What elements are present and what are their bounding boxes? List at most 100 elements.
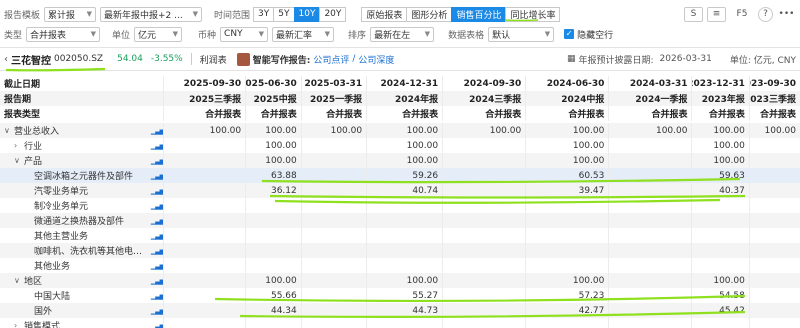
- hide-empty-checkbox[interactable]: ✓: [564, 29, 575, 39]
- header-cell: 合并报表: [300, 106, 366, 121]
- bar-chart-icon[interactable]: ▁▃▅: [151, 127, 163, 135]
- report-template-select[interactable]: 累计报 ▼: [44, 6, 97, 22]
- chevron-down-icon[interactable]: ∨: [14, 156, 24, 165]
- link-company-depth[interactable]: 公司深度: [358, 53, 394, 66]
- link-separator: /: [352, 54, 356, 64]
- table-cell: 55.66: [245, 288, 301, 303]
- table-row[interactable]: 汽零业务单元 ▁▃▅ 36.12 40.74 39.47 40.37: [0, 183, 800, 198]
- header-row: 报告期 2025三季报 2025中报 2025一季报 2024年报 2024三季报 2024…: [0, 91, 800, 106]
- stock-change: -3.55%: [150, 54, 183, 64]
- table-cell: [442, 213, 525, 228]
- period-select[interactable]: 最新年报中报+2 ... ▼: [100, 6, 203, 22]
- unit-select[interactable]: 亿元 ▼: [134, 26, 183, 42]
- header-label: 报表类型: [4, 110, 41, 120]
- chevron-right-icon[interactable]: ›: [14, 141, 24, 150]
- bar-chart-icon[interactable]: ▁▃▅: [151, 277, 163, 285]
- header-cell: 合并报表: [691, 106, 748, 121]
- chevron-down-icon: ▼: [90, 30, 97, 38]
- view-tab-0[interactable]: 原始报表: [361, 6, 408, 22]
- bar-chart-icon[interactable]: ▁▃▅: [151, 322, 163, 328]
- table-cell: [608, 183, 691, 198]
- table-cell: [162, 153, 245, 168]
- table-cell: [608, 198, 691, 213]
- table-row[interactable]: 其他业务 ▁▃▅: [0, 258, 800, 273]
- range-option-2[interactable]: 10Y: [293, 6, 321, 22]
- table-cell: [162, 138, 245, 153]
- chevron-right-icon[interactable]: ›: [14, 321, 24, 328]
- refresh-button[interactable]: F5: [730, 6, 754, 22]
- table-cell: [300, 318, 366, 328]
- table-cell: 40.37: [691, 183, 748, 198]
- bar-chart-icon[interactable]: ▁▃▅: [151, 232, 163, 240]
- table-row[interactable]: › 行业 ▁▃▅ 100.00 100.00 100.00 100.00: [0, 138, 800, 153]
- bar-chart-icon[interactable]: ▁▃▅: [151, 262, 163, 270]
- currency-select[interactable]: CNY ▼: [220, 26, 269, 42]
- row-label-cell: 制冷业务单元 ▁▃▅: [0, 198, 163, 213]
- table-row[interactable]: ∨ 营业总收入 ▁▃▅ 100.00 100.00 100.00 100.00 100.00 1…: [0, 123, 800, 138]
- view-tab-3[interactable]: 同比增长率: [505, 6, 561, 22]
- rate-select[interactable]: 最新汇率 ▼: [272, 26, 335, 42]
- table-cell: [162, 243, 245, 258]
- bar-chart-icon[interactable]: ▁▃▅: [151, 172, 163, 180]
- table-cell: [748, 138, 800, 153]
- time-range-segment: 3Y 5Y 10Y 20Y: [253, 6, 347, 22]
- table-row[interactable]: 微通道之换热器及部件 ▁▃▅: [0, 213, 800, 228]
- range-option-3[interactable]: 20Y: [319, 6, 347, 22]
- bar-chart-icon[interactable]: ▁▃▅: [151, 217, 163, 225]
- table-cell: [691, 213, 748, 228]
- table-row[interactable]: ∨ 地区 ▁▃▅ 100.00 100.00 100.00 100.00: [0, 273, 800, 288]
- bar-chart-icon[interactable]: ▁▃▅: [151, 247, 163, 255]
- row-label: 其他主营业务: [34, 232, 89, 242]
- table-row[interactable]: ∨ 产品 ▁▃▅ 100.00 100.00 100.00 100.00: [0, 153, 800, 168]
- table-cell: 100.00: [691, 153, 748, 168]
- table-cell: [525, 198, 608, 213]
- link-company-review[interactable]: 公司点评: [313, 53, 349, 66]
- table-row[interactable]: 制冷业务单元 ▁▃▅: [0, 198, 800, 213]
- type-select[interactable]: 合并报表 ▼: [26, 26, 101, 42]
- table-row[interactable]: 国外 ▁▃▅ 44.34 44.73 42.77 45.42: [0, 303, 800, 318]
- range-option-1[interactable]: 5Y: [273, 6, 295, 22]
- help-icon[interactable]: ?: [758, 6, 773, 22]
- table-cell: 100.00: [691, 138, 748, 153]
- table-cell: 40.74: [366, 183, 442, 198]
- bar-chart-icon[interactable]: ▁▃▅: [151, 307, 163, 315]
- table-cell: [300, 153, 366, 168]
- table-cell: [442, 258, 525, 273]
- list-icon[interactable]: ≡: [707, 6, 726, 22]
- table-row[interactable]: 中国大陆 ▁▃▅ 55.66 55.27 57.23 54.58: [0, 288, 800, 303]
- bar-chart-icon[interactable]: ▁▃▅: [151, 292, 163, 300]
- more-icon[interactable]: •••: [777, 6, 796, 22]
- bar-chart-icon[interactable]: ▁▃▅: [151, 202, 163, 210]
- view-tab-1[interactable]: 图形分析: [406, 6, 453, 22]
- back-icon[interactable]: ‹: [0, 54, 11, 65]
- table-cell: [245, 243, 301, 258]
- chevron-down-icon: ▼: [86, 10, 93, 18]
- table-row[interactable]: 咖啡机、洗衣机等其他电器控制系统...▁▃▅: [0, 243, 800, 258]
- stock-code: 002050.SZ: [54, 54, 104, 64]
- bar-chart-icon[interactable]: ▁▃▅: [151, 187, 163, 195]
- table-row[interactable]: 空调冰箱之元器件及部件 ▁▃▅ 63.88 59.26 60.53 59.63: [0, 168, 800, 183]
- screen-icon[interactable]: S: [684, 6, 703, 22]
- table-cell: [608, 303, 691, 318]
- chevron-down-icon[interactable]: ∨: [14, 276, 24, 285]
- tab-income-statement[interactable]: 利润表: [200, 53, 227, 66]
- range-option-0[interactable]: 3Y: [253, 6, 275, 22]
- header-row: 截止日期 2025-09-302025-06-302025-03-312024-1…: [0, 76, 800, 91]
- view-tab-2[interactable]: 销售百分比: [451, 6, 507, 22]
- bar-chart-icon[interactable]: ▁▃▅: [151, 142, 163, 150]
- sort-select[interactable]: 最新在左 ▼: [370, 26, 435, 42]
- bar-chart-icon[interactable]: ▁▃▅: [151, 157, 163, 165]
- table-cell: [162, 258, 245, 273]
- table-cell: 100.00: [162, 123, 245, 138]
- header-cell: 合并报表: [442, 106, 525, 121]
- table-row[interactable]: 其他主营业务 ▁▃▅: [0, 228, 800, 243]
- table-cell: [366, 228, 442, 243]
- table-cell: [162, 288, 245, 303]
- table-cell: 100.00: [525, 273, 608, 288]
- table-cell: 100.00: [366, 273, 442, 288]
- table-cell: [691, 228, 748, 243]
- chevron-down-icon[interactable]: ∨: [4, 126, 14, 135]
- table-row[interactable]: › 销售模式 ▁▃▅: [0, 318, 800, 328]
- table-select[interactable]: 默认 ▼: [488, 26, 555, 42]
- table-cell: 59.26: [366, 168, 442, 183]
